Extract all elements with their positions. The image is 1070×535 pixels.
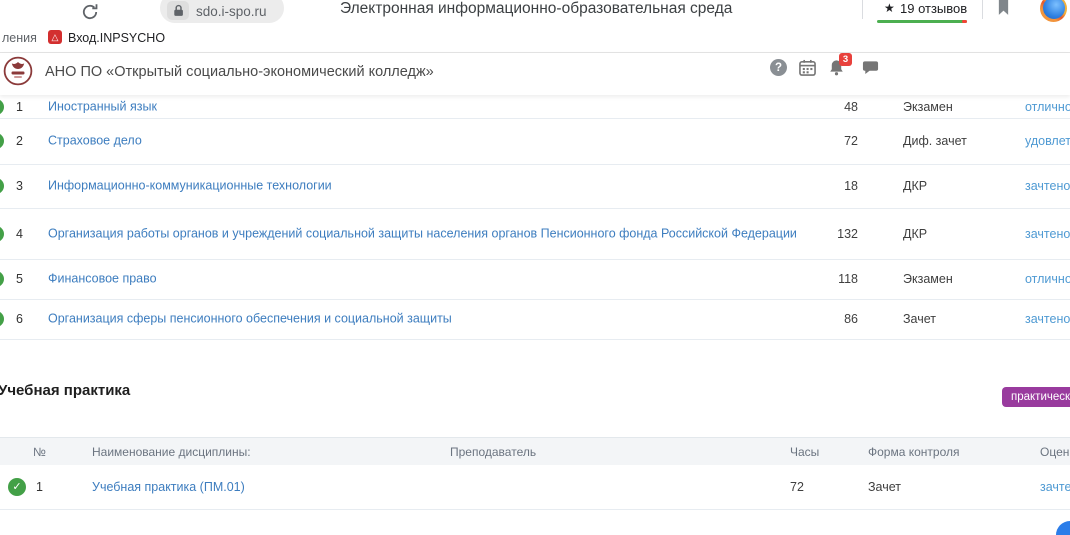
edit-fab-button[interactable] <box>1056 521 1070 535</box>
discipline-link[interactable]: Организация сферы пенсионного обеспечени… <box>48 309 828 328</box>
row-number: 5 <box>16 272 23 286</box>
avatar-image <box>1043 0 1065 19</box>
check-icon: ✓ <box>0 133 4 149</box>
grade-link[interactable]: отлично <box>1025 272 1070 286</box>
check-icon: ✓ <box>8 478 26 496</box>
practice-table-header: № Наименование дисциплины: Преподаватель… <box>0 437 1070 465</box>
check-icon: ✓ <box>0 99 4 115</box>
hours-value: 48 <box>800 100 858 114</box>
table-row[interactable]: ✓ 2 Страховое дело 72 Диф. зачет удовлет… <box>0 118 1070 165</box>
section-title: Учебная практика <box>0 382 130 399</box>
bookmark-favicon: △ <box>48 30 62 44</box>
toolbar-divider <box>982 0 983 19</box>
hours-value: 18 <box>800 179 858 193</box>
column-header-name: Наименование дисциплины: <box>92 445 251 459</box>
column-header-control: Форма контроля <box>868 445 960 459</box>
grade-link[interactable]: зачтено <box>1025 179 1070 193</box>
chat-icon[interactable] <box>862 59 879 76</box>
table-row[interactable]: ✓ 5 Финансовое право 118 Экзамен отлично <box>0 259 1070 300</box>
row-number: 6 <box>16 312 23 326</box>
row-number: 2 <box>16 134 23 148</box>
discipline-link[interactable]: Организация работы органов и учреждений … <box>48 224 828 243</box>
row-number: 1 <box>36 480 43 494</box>
hours-value: 72 <box>790 480 804 494</box>
check-icon: ✓ <box>0 271 4 287</box>
screen: sdo.i-spo.ru Электронная информационно-о… <box>0 0 1070 535</box>
bookmark-item-truncated[interactable]: ления <box>2 31 37 45</box>
control-form: Зачет <box>868 480 901 494</box>
hours-value: 86 <box>800 312 858 326</box>
control-form: Зачет <box>903 312 936 326</box>
control-form: ДКР <box>903 179 927 193</box>
control-form: Экзамен <box>903 100 953 114</box>
toolbar-divider <box>862 0 863 19</box>
control-form: Диф. зачет <box>903 134 967 148</box>
check-icon: ✓ <box>0 311 4 327</box>
bookmarks-bar: ления △ Вход.INPSYCHO <box>0 26 1070 53</box>
hours-value: 118 <box>800 272 858 286</box>
address-bar[interactable]: sdo.i-spo.ru <box>160 0 284 23</box>
org-name: АНО ПО «Открытый социально-экономический… <box>45 64 434 80</box>
control-form: ДКР <box>903 227 927 241</box>
column-header-hours: Часы <box>790 445 819 459</box>
column-header-grade: Оценка <box>1040 445 1070 459</box>
help-glyph: ? <box>775 62 782 74</box>
star-icon: ★ <box>884 1 895 15</box>
page-title: Электронная информационно-образовательна… <box>340 0 740 18</box>
grade-link[interactable]: зачтено <box>1025 312 1070 326</box>
help-icon[interactable]: ? <box>770 59 787 76</box>
bookmark-icon[interactable] <box>997 0 1010 21</box>
discipline-link[interactable]: Иностранный язык <box>48 97 828 116</box>
reviews-rating-bar <box>877 20 967 23</box>
table-row[interactable]: ✓ 3 Информационно-коммуникационные техно… <box>0 164 1070 209</box>
check-icon: ✓ <box>0 178 4 194</box>
notification-badge: 3 <box>839 53 852 66</box>
grade-link[interactable]: отлично <box>1025 100 1070 114</box>
control-form: Экзамен <box>903 272 953 286</box>
college-logo[interactable] <box>3 56 33 86</box>
hours-value: 72 <box>800 134 858 148</box>
hours-value: 132 <box>800 227 858 241</box>
row-number: 4 <box>16 227 23 241</box>
notification-count: 3 <box>843 54 848 65</box>
table-row[interactable]: ✓ 1 Учебная практика (ПМ.01) 72 Зачет за… <box>0 464 1070 510</box>
discipline-link[interactable]: Учебная практика (ПМ.01) <box>92 480 245 494</box>
table-row[interactable]: ✓ 1 Иностранный язык 48 Экзамен отлично <box>0 95 1070 119</box>
column-header-num: № <box>33 445 46 459</box>
check-icon: ✓ <box>0 226 4 242</box>
row-number: 3 <box>16 179 23 193</box>
browser-toolbar: sdo.i-spo.ru Электронная информационно-о… <box>0 0 1070 26</box>
table-row[interactable]: ✓ 6 Организация сферы пенсионного обеспе… <box>0 299 1070 340</box>
reviews-button[interactable]: 19 отзывов <box>900 1 967 16</box>
row-number: 1 <box>16 100 23 114</box>
grade-link[interactable]: зачтено <box>1025 227 1070 241</box>
discipline-link[interactable]: Финансовое право <box>48 269 828 288</box>
url-text[interactable]: sdo.i-spo.ru <box>196 4 267 19</box>
discipline-link[interactable]: Информационно-коммуникационные технологи… <box>48 176 828 195</box>
grade-link[interactable]: удовлетворительно <box>1025 134 1070 148</box>
practice-badge: практическое <box>1002 387 1070 407</box>
reload-icon[interactable] <box>80 2 100 22</box>
discipline-link[interactable]: Страховое дело <box>48 131 828 150</box>
lock-icon[interactable] <box>167 1 189 20</box>
table-row[interactable]: ✓ 4 Организация работы органов и учрежде… <box>0 208 1070 260</box>
site-header: АНО ПО «Открытый социально-экономический… <box>0 53 1070 95</box>
bookmark-item[interactable]: Вход.INPSYCHO <box>68 31 165 45</box>
grade-link[interactable]: зачтено <box>1040 480 1070 494</box>
avatar[interactable] <box>1040 0 1067 22</box>
calendar-icon[interactable] <box>799 59 816 76</box>
rating-bar-red-tip <box>962 20 967 23</box>
column-header-teacher: Преподаватель <box>450 445 536 459</box>
